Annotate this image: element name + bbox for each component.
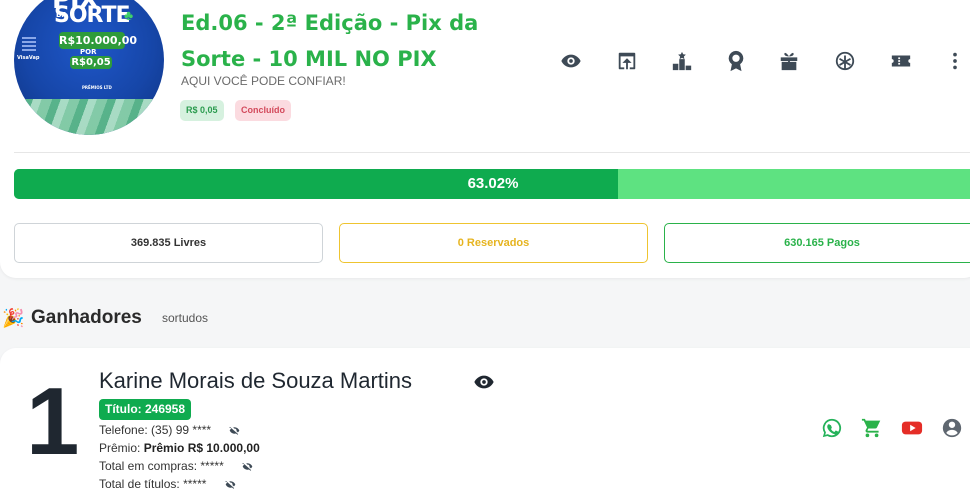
share-icon[interactable] — [616, 50, 638, 72]
raffle-image-por: POR — [80, 48, 97, 56]
view-icon[interactable] — [560, 50, 582, 72]
raffle-image-da: DA — [56, 11, 68, 19]
phone-label: Telefone: — [99, 423, 148, 437]
cart-icon[interactable] — [861, 417, 883, 439]
status-badge: Concluído — [235, 100, 291, 121]
gift-icon[interactable] — [778, 50, 800, 72]
reserved-tickets-stat[interactable]: 0 Reservados — [339, 223, 648, 263]
winner-purchases: Total em compras: ***** — [99, 459, 254, 473]
titles-label: Total de títulos: — [99, 477, 180, 491]
purchases-label: Total em compras: — [99, 459, 198, 473]
hidden-eye-icon[interactable] — [224, 479, 237, 490]
winners-section-title: Ganhadores — [31, 307, 142, 328]
view-winner-icon[interactable] — [472, 371, 496, 393]
winners-section-subtitle: sortudos — [162, 311, 209, 325]
prize-label: Prêmio: — [99, 441, 141, 455]
winner-name: Karine Morais de Souza Martins — [99, 368, 413, 393]
hidden-eye-icon[interactable] — [228, 425, 241, 436]
raffle-image-left-tag: VisaVap — [17, 55, 40, 61]
paid-tickets-stat[interactable]: 630.165 Pagos — [664, 223, 970, 263]
raffle-title: Ed.06 - 2ª Edição - Pix da Sorte - 10 MI… — [181, 11, 479, 72]
winner-prize: Prêmio: Prêmio R$ 10.000,00 — [99, 441, 260, 455]
avatar-side-graphic — [22, 35, 36, 51]
winner-rank: 1 — [26, 368, 79, 475]
award-icon[interactable] — [725, 50, 747, 72]
free-tickets-stat[interactable]: 369.835 Livres — [14, 223, 323, 263]
raffle-image-footer: PRÊMIOS LTD — [82, 85, 112, 90]
purchases-value: ***** — [200, 459, 224, 473]
titles-value: ***** — [183, 477, 207, 491]
winner-titles: Total de títulos: ***** — [99, 477, 237, 491]
raffle-image-price: R$0,05 — [70, 56, 112, 69]
raffle-subtitle: AQUI VOCÊ PODE CONFIAR! — [181, 74, 346, 88]
youtube-icon[interactable] — [901, 417, 923, 439]
winner-phone: Telefone: (35) 99 **** — [99, 423, 241, 437]
ranking-icon[interactable] — [671, 50, 693, 72]
raffle-image-prize: R$10.000,00 — [59, 32, 138, 49]
divider — [14, 152, 970, 153]
clover-icon: ♣ — [124, 7, 134, 23]
winner-ticket-badge: Título: 246958 — [99, 399, 192, 420]
sales-progress-bar: 63.02% — [14, 169, 970, 199]
sales-progress-label: 63.02% — [467, 175, 519, 192]
prize-value: Prêmio R$ 10.000,00 — [143, 441, 260, 455]
whatsapp-icon[interactable] — [821, 417, 843, 439]
ticket-icon[interactable] — [890, 50, 912, 72]
party-popper-icon: 🎉 — [2, 308, 25, 328]
hidden-eye-icon[interactable] — [241, 461, 254, 472]
phone-value: (35) 99 **** — [151, 423, 212, 437]
user-profile-icon[interactable] — [941, 417, 963, 439]
money-decoration — [14, 99, 164, 135]
roulette-icon[interactable] — [834, 50, 856, 72]
raffle-image[interactable]: PIX SORTE DA ♣ R$10.000,00 POR R$0,05 Vi… — [14, 0, 164, 135]
price-badge: R$ 0,05 — [180, 100, 224, 121]
more-vertical-icon[interactable] — [944, 50, 966, 72]
